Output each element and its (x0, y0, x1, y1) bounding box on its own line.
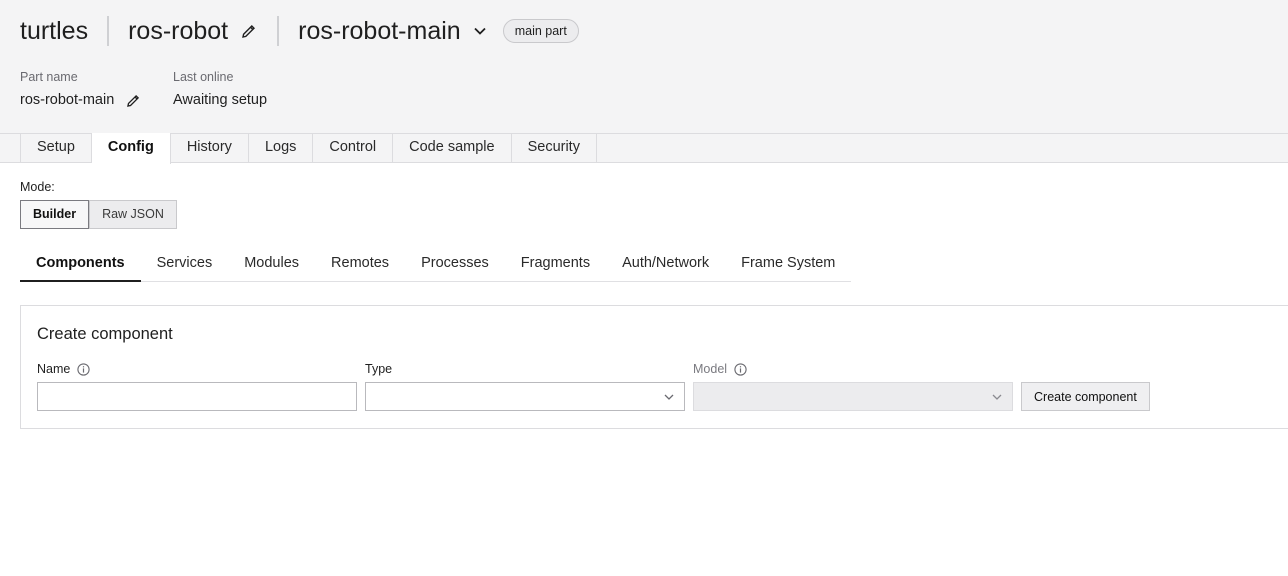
builder-mode-button[interactable]: Builder (20, 200, 90, 229)
mode-toggle: Builder Raw JSON (20, 200, 177, 229)
subtab-components[interactable]: Components (20, 248, 141, 282)
type-chevron-down-icon (664, 394, 674, 400)
subtab-remotes[interactable]: Remotes (315, 248, 405, 281)
model-select (693, 382, 1013, 411)
subtab-modules[interactable]: Modules (228, 248, 315, 281)
main-tabs: Setup Config History Logs Control Code s… (20, 133, 597, 164)
main-part-badge: main part (502, 19, 579, 43)
breadcrumb-divider (107, 16, 110, 46)
tab-config[interactable]: Config (91, 133, 171, 164)
breadcrumb-divider (277, 16, 280, 46)
create-component-card: Create component Name Type Model Create … (20, 305, 1288, 429)
subtab-frame-system[interactable]: Frame System (725, 248, 851, 281)
name-label: Name (37, 362, 71, 376)
tab-code-sample[interactable]: Code sample (393, 133, 512, 163)
model-label: Model (693, 362, 728, 376)
part-name[interactable]: ros-robot-main (298, 14, 461, 48)
page-header: turtles ros-robot ros-robot-main main pa… (0, 0, 1288, 133)
last-online-field: Last online Awaiting setup (173, 69, 267, 110)
robot-name: ros-robot (128, 17, 229, 45)
model-field-label: Model (693, 362, 747, 376)
tab-history[interactable]: History (171, 133, 249, 163)
last-online-label: Last online (173, 70, 234, 84)
raw-json-mode-button[interactable]: Raw JSON (89, 200, 177, 229)
edit-robot-name-pencil-icon[interactable] (240, 22, 258, 40)
edit-part-name-pencil-icon[interactable] (124, 91, 142, 109)
subtab-auth-network[interactable]: Auth/Network (606, 248, 725, 281)
name-input[interactable] (37, 382, 357, 411)
mode-label: Mode: (20, 180, 55, 194)
name-field-label: Name (37, 362, 90, 376)
part-dropdown-chevron-down-icon[interactable] (471, 22, 489, 40)
subtab-services[interactable]: Services (141, 248, 229, 281)
model-chevron-down-icon (992, 394, 1002, 400)
type-field-label: Type (365, 362, 392, 376)
tab-security[interactable]: Security (512, 133, 597, 163)
type-label: Type (365, 362, 393, 376)
part-name-field: Part name ros-robot-main (20, 69, 142, 110)
model-info-icon[interactable] (734, 362, 747, 376)
part-name-label: Part name (20, 70, 78, 84)
create-component-button[interactable]: Create component (1021, 382, 1150, 411)
create-component-title: Create component (37, 325, 173, 343)
tab-logs[interactable]: Logs (249, 133, 314, 163)
org-name[interactable]: turtles (20, 14, 88, 48)
part-name-row: ros-robot-main (20, 90, 142, 110)
main-tab-bar: Setup Config History Logs Control Code s… (0, 133, 1288, 164)
name-info-icon[interactable] (77, 362, 90, 376)
breadcrumb: turtles ros-robot ros-robot-main main pa… (20, 14, 579, 48)
last-online-value: Awaiting setup (173, 92, 268, 108)
config-sub-tabs: Components Services Modules Remotes Proc… (20, 248, 851, 282)
tab-control[interactable]: Control (313, 133, 394, 163)
subtab-fragments[interactable]: Fragments (505, 248, 606, 281)
tab-setup[interactable]: Setup (21, 133, 92, 163)
type-select[interactable] (365, 382, 685, 411)
subtab-processes[interactable]: Processes (405, 248, 505, 281)
part-name-value: ros-robot-main (20, 92, 115, 108)
